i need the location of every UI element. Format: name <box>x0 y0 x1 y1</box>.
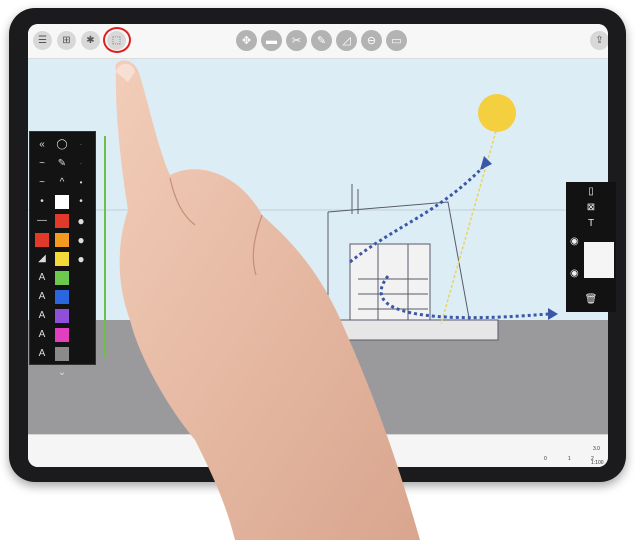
hand-photo <box>115 60 421 540</box>
